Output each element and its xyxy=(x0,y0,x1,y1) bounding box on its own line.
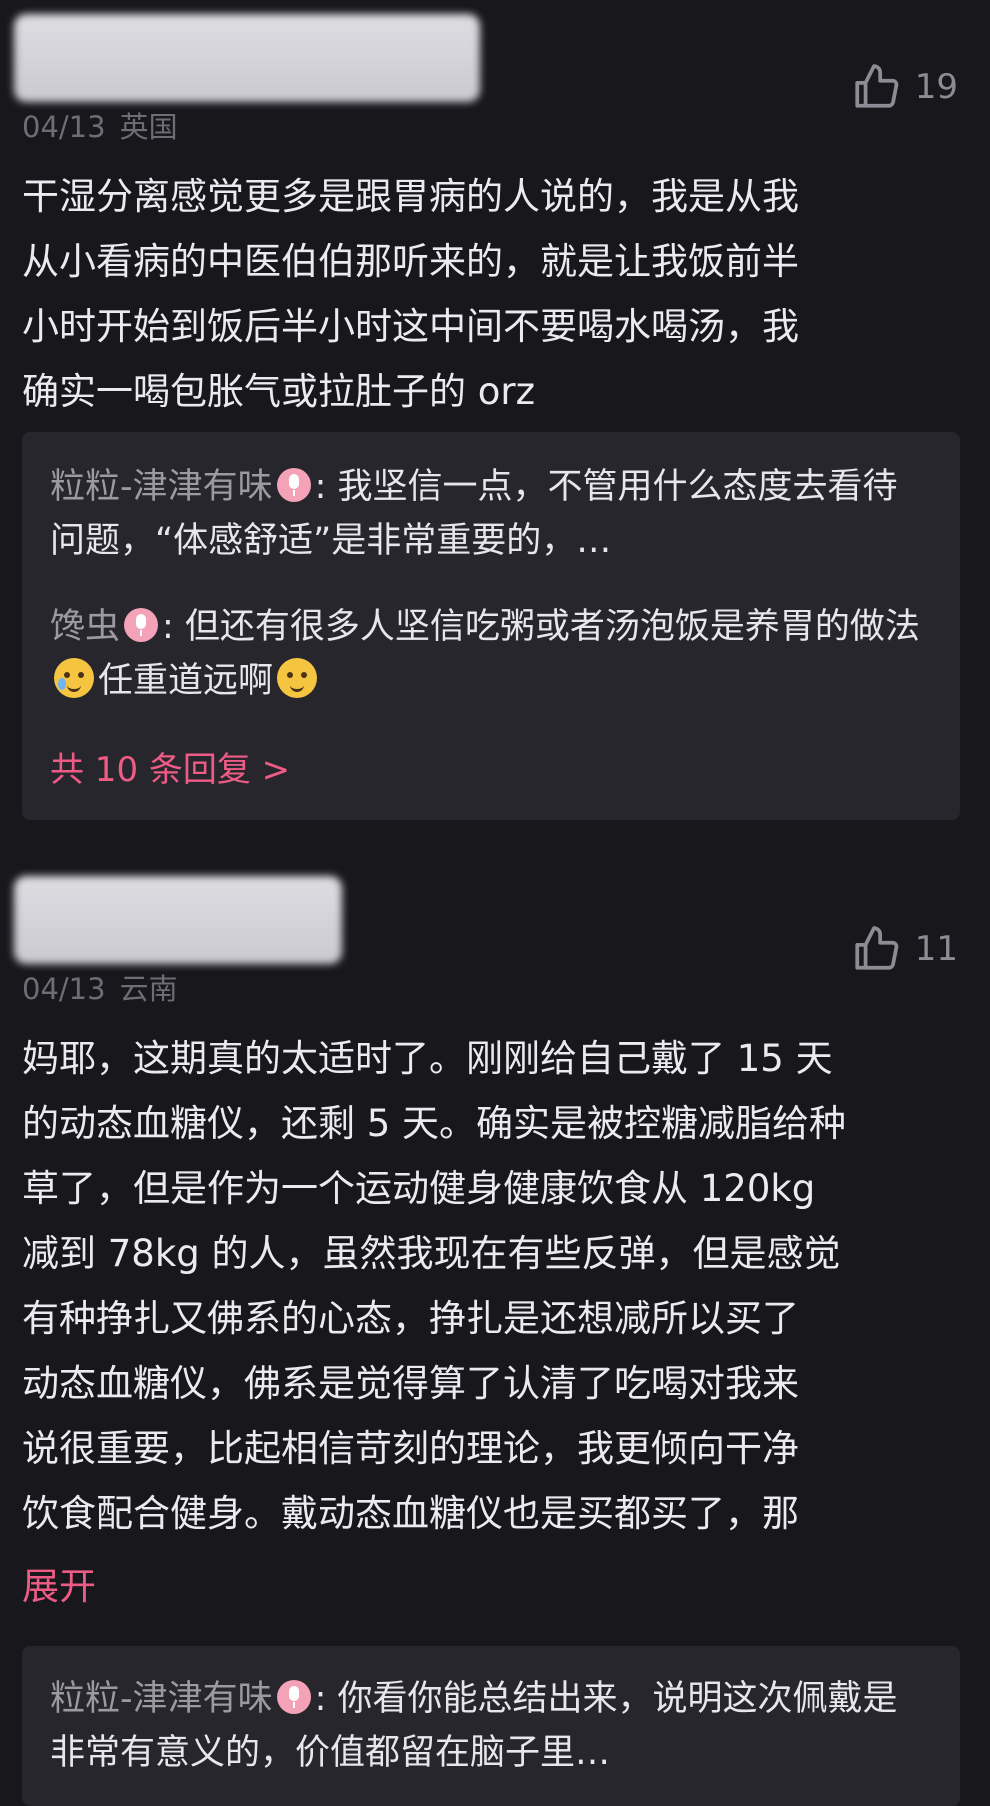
reply-preview-box[interactable]: 粒粒-津津有味: 你看你能总结出来，说明这次佩戴是非常有意义的，价值都留在脑子里… xyxy=(22,1646,960,1806)
comment-1: 04/13 英国 19 干湿分离感觉更多是跟胃病的人说的，我是从我 从小看病的中医… xyxy=(0,0,990,830)
thumbs-up-icon xyxy=(855,64,899,108)
comment-date: 04/13 xyxy=(22,110,106,144)
reply-author[interactable]: 粒粒-津津有味 xyxy=(50,1679,273,1719)
comment-meta: 04/13 英国 xyxy=(22,104,178,146)
reply-text-continued: 任重道远啊 xyxy=(98,661,274,701)
reply-item: 粒粒-津津有味: 你看你能总结出来，说明这次佩戴是非常有意义的，价值都留在脑子里… xyxy=(50,1672,930,1780)
comment-2: 04/13 云南 11 妈耶，这期真的太适时了。刚刚给自己戴了 15 天 的动态血… xyxy=(0,862,990,1806)
expand-link[interactable]: 展开 xyxy=(22,1556,96,1610)
reply-item: 馋虫 : 但还有很多人坚信吃粥或者汤泡饭是养胃的做法任重道远啊 xyxy=(50,600,930,708)
comment-date: 04/13 xyxy=(22,972,106,1006)
comment-location: 云南 xyxy=(119,972,178,1006)
reply-text: : 但还有很多人坚信吃粥或者汤泡饭是养胃的做法 xyxy=(162,607,920,647)
reply-author[interactable]: 粒粒-津津有味 xyxy=(50,467,273,507)
tearful-smile-emoji-icon xyxy=(54,658,94,698)
reply-author[interactable]: 馋虫 xyxy=(50,607,120,647)
username-redacted xyxy=(14,14,480,102)
comment-meta: 04/13 云南 xyxy=(22,966,178,1008)
author-mic-badge-icon xyxy=(124,608,159,642)
pleading-face-emoji-icon xyxy=(277,658,318,698)
thumbs-up-icon xyxy=(855,926,899,970)
like-count: 11 xyxy=(914,929,958,969)
view-all-replies-link[interactable]: 共 10 条回复 > xyxy=(50,742,290,791)
reply-preview-box[interactable]: 粒粒-津津有味: 我坚信一点，不管用什么态度去看待问题，“体感舒适”是非常重要的… xyxy=(22,432,960,820)
comment-text: 妈耶，这期真的太适时了。刚刚给自己戴了 15 天 的动态血糖仪，还剩 5 天。确… xyxy=(22,1037,847,1535)
username-redacted xyxy=(14,876,342,964)
comment-location: 英国 xyxy=(119,110,178,144)
reply-item: 粒粒-津津有味: 我坚信一点，不管用什么态度去看待问题，“体感舒适”是非常重要的… xyxy=(50,460,930,568)
like-button[interactable]: 11 xyxy=(851,924,958,974)
comment-text: 干湿分离感觉更多是跟胃病的人说的，我是从我 从小看病的中医伯伯那听来的，就是让我… xyxy=(22,175,799,413)
like-count: 19 xyxy=(914,67,958,107)
author-mic-badge-icon xyxy=(276,1680,311,1714)
author-mic-badge-icon xyxy=(276,468,311,502)
like-button[interactable]: 19 xyxy=(851,62,958,112)
